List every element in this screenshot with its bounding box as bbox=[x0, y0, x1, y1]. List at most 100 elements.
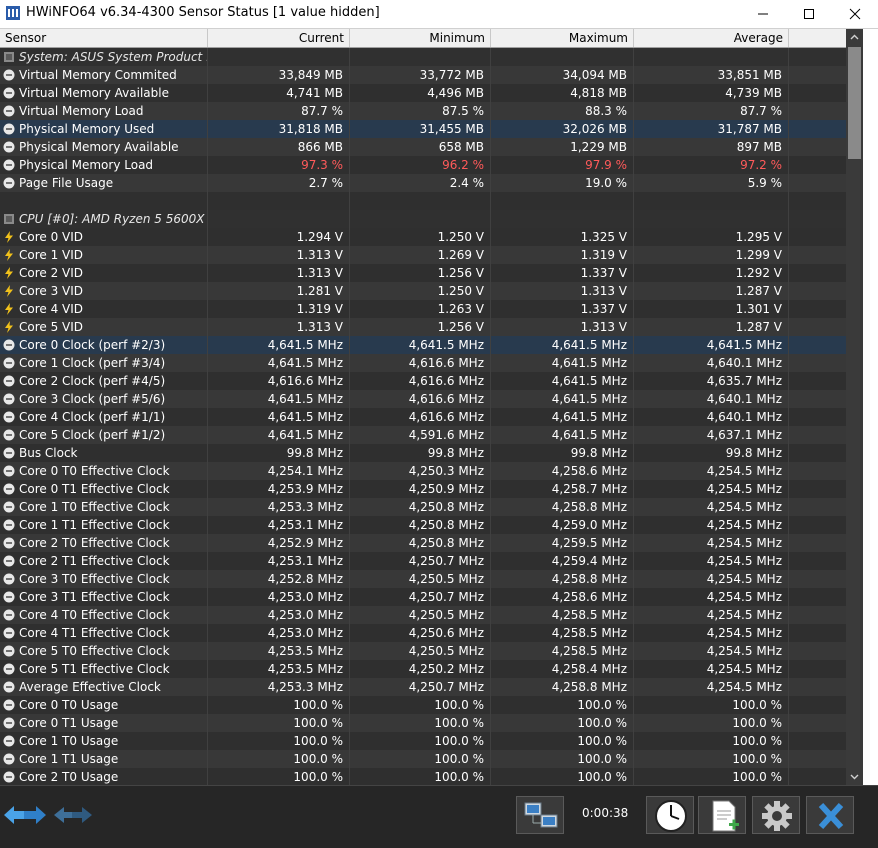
table-row[interactable]: Core 2 VID 1.313 V 1.256 V 1.337 V 1.292 V bbox=[0, 264, 846, 282]
table-row[interactable]: Physical Memory Load 97.3 % 96.2 % 97.9 % 97… bbox=[0, 156, 846, 174]
close-window-button[interactable] bbox=[832, 0, 878, 28]
sensor-name: Core 0 T0 Effective Clock bbox=[0, 462, 208, 480]
table-row[interactable]: Virtual Memory Available 4,741 MB 4,496 MB… bbox=[0, 84, 846, 102]
switch-view-button[interactable] bbox=[50, 796, 98, 834]
sensor-group-row[interactable]: CPU [#0]: AMD Ryzen 5 5600X bbox=[0, 210, 846, 228]
table-row[interactable]: Physical Memory Used 31,818 MB 31,455 MB 32… bbox=[0, 120, 846, 138]
table-row[interactable]: Core 1 VID 1.313 V 1.269 V 1.319 V 1.299 V bbox=[0, 246, 846, 264]
empty-cell bbox=[789, 210, 846, 228]
table-row[interactable]: Core 0 T1 Usage 100.0 % 100.0 % 100.0 % 100.… bbox=[0, 714, 846, 732]
column-header-average[interactable]: Average bbox=[634, 29, 789, 47]
row-label: Core 0 T1 Usage bbox=[19, 716, 119, 730]
empty-cell bbox=[789, 48, 846, 66]
table-row[interactable]: Physical Memory Available 866 MB 658 MB 1,2… bbox=[0, 138, 846, 156]
table-row[interactable]: Core 4 T0 Effective Clock 4,253.0 MHz 4,25… bbox=[0, 606, 846, 624]
table-row[interactable]: Core 1 T1 Effective Clock 4,253.1 MHz 4,25… bbox=[0, 516, 846, 534]
empty-cell bbox=[789, 768, 846, 785]
table-row[interactable]: Core 0 T0 Effective Clock 4,254.1 MHz 4,25… bbox=[0, 462, 846, 480]
row-label: Core 2 Clock (perf #4/5) bbox=[19, 374, 166, 388]
maximum-value: 100.0 % bbox=[491, 696, 634, 714]
maximum-value: 1.337 V bbox=[491, 300, 634, 318]
row-label: Core 0 T0 Usage bbox=[19, 698, 119, 712]
current-value: 1.319 V bbox=[208, 300, 350, 318]
scroll-down-button[interactable] bbox=[846, 768, 863, 785]
scroll-thumb[interactable] bbox=[848, 47, 861, 159]
logging-button[interactable] bbox=[698, 796, 746, 834]
gauge-icon bbox=[3, 141, 15, 153]
average-value: 1.287 V bbox=[634, 282, 789, 300]
maximum-value: 4,258.5 MHz bbox=[491, 606, 634, 624]
column-header-current[interactable]: Current bbox=[208, 29, 350, 47]
column-header-maximum[interactable]: Maximum bbox=[491, 29, 634, 47]
empty-cell bbox=[789, 750, 846, 768]
empty-cell bbox=[789, 480, 846, 498]
table-row[interactable]: Core 1 T1 Usage 100.0 % 100.0 % 100.0 % 100.… bbox=[0, 750, 846, 768]
column-header-minimum[interactable]: Minimum bbox=[350, 29, 491, 47]
vertical-scrollbar[interactable] bbox=[846, 29, 863, 785]
table-row[interactable]: Core 2 Clock (perf #4/5) 4,616.6 MHz 4,616… bbox=[0, 372, 846, 390]
table-row[interactable]: Virtual Memory Load 87.7 % 87.5 % 88.3 % 87.… bbox=[0, 102, 846, 120]
table-row[interactable]: Core 5 VID 1.313 V 1.256 V 1.313 V 1.287 V bbox=[0, 318, 846, 336]
row-label: Core 0 T0 Effective Clock bbox=[19, 464, 170, 478]
column-header-sensor[interactable]: Sensor bbox=[0, 29, 208, 47]
current-value: 1.294 V bbox=[208, 228, 350, 246]
table-row[interactable]: Average Effective Clock 4,253.3 MHz 4,250.… bbox=[0, 678, 846, 696]
minimum-value: 2.4 % bbox=[350, 174, 491, 192]
scroll-up-button[interactable] bbox=[846, 29, 863, 46]
minimum-value bbox=[350, 210, 491, 228]
current-value: 4,641.5 MHz bbox=[208, 354, 350, 372]
table-row[interactable]: Core 3 VID 1.281 V 1.250 V 1.313 V 1.287 V bbox=[0, 282, 846, 300]
current-value: 4,641.5 MHz bbox=[208, 390, 350, 408]
sensor-name: Core 3 Clock (perf #5/6) bbox=[0, 390, 208, 408]
table-row[interactable]: Core 0 Clock (perf #2/3) 4,641.5 MHz 4,641… bbox=[0, 336, 846, 354]
table-row[interactable]: Core 3 T0 Effective Clock 4,252.8 MHz 4,25… bbox=[0, 570, 846, 588]
switch-layout-button[interactable] bbox=[2, 796, 50, 834]
close-sensors-button[interactable] bbox=[806, 796, 854, 834]
current-value: 1.313 V bbox=[208, 264, 350, 282]
sensor-name: Core 2 Clock (perf #4/5) bbox=[0, 372, 208, 390]
table-row[interactable]: Bus Clock 99.8 MHz 99.8 MHz 99.8 MHz 99.8 MH… bbox=[0, 444, 846, 462]
empty-cell bbox=[789, 120, 846, 138]
current-value: 4,253.9 MHz bbox=[208, 480, 350, 498]
empty-cell bbox=[789, 714, 846, 732]
table-row[interactable]: Core 4 VID 1.319 V 1.263 V 1.337 V 1.301 V bbox=[0, 300, 846, 318]
network-button[interactable] bbox=[516, 796, 564, 834]
maximum-value: 34,094 MB bbox=[491, 66, 634, 84]
table-row[interactable]: Core 2 T0 Usage 100.0 % 100.0 % 100.0 % 100.… bbox=[0, 768, 846, 785]
table-row[interactable]: Core 1 T0 Effective Clock 4,253.3 MHz 4,25… bbox=[0, 498, 846, 516]
reset-timer-button[interactable] bbox=[646, 796, 694, 834]
gauge-icon bbox=[3, 177, 15, 189]
current-value bbox=[208, 210, 350, 228]
table-row[interactable]: Virtual Memory Commited 33,849 MB 33,772 M… bbox=[0, 66, 846, 84]
table-row[interactable]: Core 1 Clock (perf #3/4) 4,641.5 MHz 4,616… bbox=[0, 354, 846, 372]
table-row[interactable]: Core 0 T1 Effective Clock 4,253.9 MHz 4,25… bbox=[0, 480, 846, 498]
sensor-name: Core 1 T1 Usage bbox=[0, 750, 208, 768]
table-row[interactable]: Core 5 T0 Effective Clock 4,253.5 MHz 4,25… bbox=[0, 642, 846, 660]
maximum-value: 4,641.5 MHz bbox=[491, 354, 634, 372]
empty-cell bbox=[789, 498, 846, 516]
maximum-value: 4,258.4 MHz bbox=[491, 660, 634, 678]
empty-cell bbox=[789, 462, 846, 480]
gauge-icon bbox=[3, 105, 15, 117]
table-row[interactable]: Core 3 T1 Effective Clock 4,253.0 MHz 4,25… bbox=[0, 588, 846, 606]
close-icon bbox=[849, 8, 861, 20]
table-row[interactable]: Core 0 VID 1.294 V 1.250 V 1.325 V 1.295 V bbox=[0, 228, 846, 246]
table-row[interactable]: Core 2 T0 Effective Clock 4,252.9 MHz 4,25… bbox=[0, 534, 846, 552]
minimize-button[interactable] bbox=[740, 0, 786, 28]
maximize-button[interactable] bbox=[786, 0, 832, 28]
table-row[interactable]: Page File Usage 2.7 % 2.4 % 19.0 % 5.9 % bbox=[0, 174, 846, 192]
empty-cell bbox=[0, 192, 208, 210]
settings-button[interactable] bbox=[752, 796, 800, 834]
table-row[interactable]: Core 4 Clock (perf #1/1) 4,641.5 MHz 4,616… bbox=[0, 408, 846, 426]
table-row[interactable]: Core 5 T1 Effective Clock 4,253.5 MHz 4,25… bbox=[0, 660, 846, 678]
gauge-icon bbox=[3, 411, 15, 423]
table-row[interactable]: Core 3 Clock (perf #5/6) 4,641.5 MHz 4,616… bbox=[0, 390, 846, 408]
empty-cell bbox=[789, 408, 846, 426]
table-row[interactable]: Core 5 Clock (perf #1/2) 4,641.5 MHz 4,591… bbox=[0, 426, 846, 444]
table-row[interactable]: Core 1 T0 Usage 100.0 % 100.0 % 100.0 % 100.… bbox=[0, 732, 846, 750]
table-row[interactable]: Core 4 T1 Effective Clock 4,253.0 MHz 4,25… bbox=[0, 624, 846, 642]
sensor-group-row[interactable]: System: ASUS System Product ... bbox=[0, 48, 846, 66]
empty-cell bbox=[789, 174, 846, 192]
table-row[interactable]: Core 2 T1 Effective Clock 4,253.1 MHz 4,25… bbox=[0, 552, 846, 570]
table-row[interactable]: Core 0 T0 Usage 100.0 % 100.0 % 100.0 % 100.… bbox=[0, 696, 846, 714]
